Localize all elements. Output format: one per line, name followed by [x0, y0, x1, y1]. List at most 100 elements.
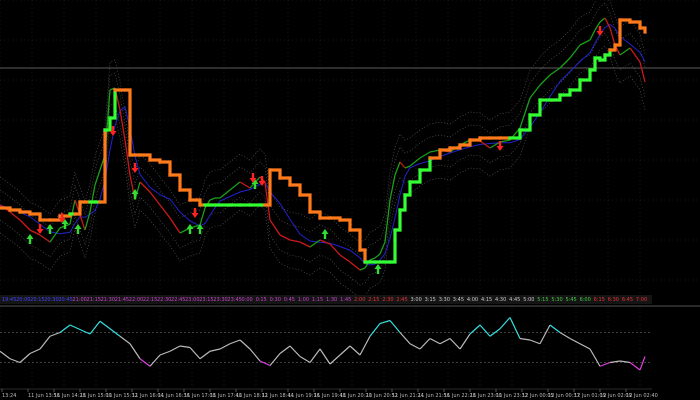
- session-time-label: 6:30: [608, 297, 619, 303]
- oscillator-segment: [309, 348, 321, 363]
- session-time-label: 20:00: [16, 297, 30, 303]
- session-time-label: 21:30: [101, 297, 115, 303]
- oscillator-segment: [329, 354, 341, 365]
- price-panel[interactable]: [0, 0, 700, 299]
- price-segment: [384, 199, 391, 243]
- oscillator-segment: [259, 360, 271, 367]
- oscillator-segment: [149, 354, 161, 367]
- session-time-label: 1:45: [340, 297, 351, 303]
- signal-line: [0, 23, 646, 266]
- session-time-label: 1:15: [312, 297, 323, 303]
- session-time-label: 4:15: [481, 297, 492, 303]
- oscillator-segment: [469, 324, 481, 335]
- price-segment: [549, 67, 561, 76]
- oscillator-segment: [569, 337, 581, 345]
- session-time-label: 20:45: [58, 297, 72, 303]
- session-time-label: 6:45: [622, 297, 633, 303]
- price-segment: [199, 207, 206, 226]
- session-time-strip: 19:45 20:00 20:15 20:30 20:45 21:00 21:15 21:30…: [0, 295, 652, 304]
- trailing-stop-segment: [528, 98, 542, 117]
- oscillator-segment: [9, 358, 21, 364]
- trailing-stop-segment: [638, 26, 647, 34]
- oscillator-segment: [529, 339, 541, 345]
- price-segment: [589, 29, 596, 41]
- session-time-label: 3:45: [453, 297, 464, 303]
- oscillator-segment: [389, 320, 401, 333]
- oscillator-segment: [289, 345, 301, 357]
- trailing-stop-segment: [298, 193, 312, 214]
- price-segment: [404, 165, 411, 169]
- trailing-stop-segment: [108, 88, 117, 120]
- price-segment: [19, 219, 31, 231]
- buy-arrow-icon[interactable]: [321, 229, 329, 239]
- oscillator-segment: [99, 320, 111, 330]
- oscillator-segment: [419, 338, 431, 350]
- session-time-label: 21:15: [87, 297, 101, 303]
- oscillator-segment: [539, 324, 551, 345]
- price-segment: [69, 199, 76, 225]
- sell-arrow-icon[interactable]: [596, 26, 604, 36]
- session-time-label: 2:30: [382, 297, 393, 303]
- oscillator-segment: [89, 320, 101, 335]
- session-time-label: 5:00: [523, 297, 534, 303]
- price-segment: [49, 227, 61, 243]
- session-time-label: 4:00: [467, 297, 478, 303]
- price-segment: [84, 211, 91, 231]
- oscillator-segment: [199, 350, 211, 360]
- session-time-label: 21:45: [115, 297, 129, 303]
- session-time-label: 22:15: [143, 297, 157, 303]
- buy-arrow-icon[interactable]: [26, 234, 34, 244]
- oscillator-segment: [269, 353, 281, 366]
- oscillator-segment: [0, 350, 11, 360]
- oscillator-segment: [129, 343, 141, 360]
- oscillator-segment: [429, 337, 441, 345]
- session-time-label: 19:45: [2, 297, 16, 303]
- session-time-label: 1:00: [298, 297, 309, 303]
- oscillator-segment: [319, 348, 331, 365]
- oscillator-segment: [579, 343, 591, 350]
- time-axis: 13:24 11 Jun 13:5611 Jun 14:2811 Jun 15:0…: [0, 388, 658, 399]
- session-time-label: 2:00: [354, 297, 365, 303]
- price-segment: [569, 44, 581, 59]
- price-segment: [399, 161, 406, 169]
- oscillator-segment: [589, 348, 601, 367]
- session-time-label: 6:00: [580, 297, 591, 303]
- session-time-label: 3:00: [411, 297, 422, 303]
- session-time-label: 0:15: [256, 297, 267, 303]
- oscillator-segment: [189, 347, 201, 360]
- price-segment: [229, 181, 241, 191]
- oscillator-segment: [179, 345, 191, 349]
- session-time-label: 0:30: [270, 297, 281, 303]
- oscillator-segment: [159, 350, 171, 356]
- price-segment: [239, 181, 251, 189]
- oscillator-panel[interactable]: [0, 308, 652, 388]
- session-time-label: 1:30: [326, 297, 337, 303]
- price-segment: [89, 184, 96, 213]
- price-segment: [139, 181, 151, 193]
- price-segment: [169, 217, 181, 234]
- oscillator-segment: [39, 335, 51, 350]
- oscillator-segment: [69, 324, 81, 331]
- oscillator-segment: [549, 324, 561, 333]
- session-time-label: 3:30: [439, 297, 450, 303]
- price-segment: [629, 47, 641, 63]
- price-segment: [359, 267, 366, 271]
- oscillator-segment: [119, 335, 131, 345]
- session-time-label: 5:45: [565, 297, 576, 303]
- price-segment: [394, 161, 401, 176]
- oscillator-segment: [379, 319, 391, 325]
- oscillator-segment: [109, 328, 121, 337]
- session-time-label: 22:30: [157, 297, 171, 303]
- oscillator-segment: [599, 361, 611, 367]
- oscillator-segment: [229, 339, 241, 345]
- session-time-label: 23:45: [227, 297, 241, 303]
- oscillator-segment: [209, 348, 221, 352]
- session-time-label: 20:15: [30, 297, 44, 303]
- oscillator-segment: [19, 353, 31, 363]
- oscillator-segment: [449, 338, 461, 350]
- buy-arrow-icon[interactable]: [74, 224, 82, 234]
- buy-arrow-icon[interactable]: [186, 224, 194, 234]
- envelope-band-line: [0, 45, 646, 299]
- sell-arrow-icon[interactable]: [191, 208, 199, 218]
- oscillator-segment: [349, 345, 361, 356]
